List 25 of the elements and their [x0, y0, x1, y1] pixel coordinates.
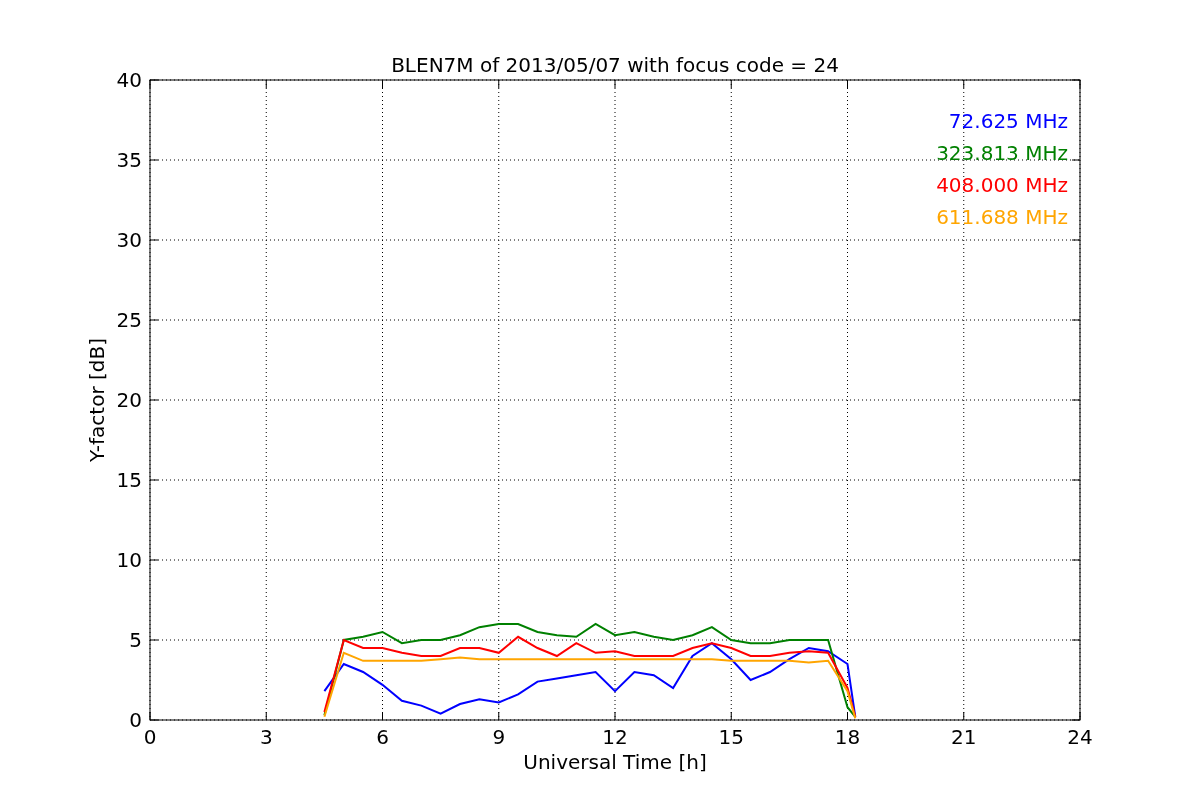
- tick-label: 15: [718, 725, 744, 749]
- tick-label: 0: [143, 725, 157, 749]
- tick-label: 21: [951, 725, 977, 749]
- tick-label: 6: [376, 725, 389, 749]
- tick-label: 3: [259, 725, 273, 749]
- tick-label: 5: [129, 628, 142, 652]
- tick-label: 30: [116, 228, 142, 252]
- tick-label: 25: [116, 308, 142, 332]
- tick-label: 15: [116, 468, 142, 492]
- legend-label: 408.000 MHz: [936, 173, 1068, 197]
- tick-label: 18: [834, 725, 861, 749]
- legend-label: 72.625 MHz: [948, 109, 1068, 133]
- tick-label: 35: [116, 148, 142, 172]
- tick-label: 10: [116, 548, 142, 572]
- tick-label: 24: [1067, 725, 1093, 749]
- tick-label: 9: [492, 725, 506, 749]
- chart-title: BLEN7M of 2013/05/07 with focus code = 24: [391, 53, 839, 77]
- axis-label: Universal Time [h]: [523, 750, 707, 774]
- axis-label: Y-factor [dB]: [85, 338, 109, 462]
- tick-label: 20: [116, 388, 142, 412]
- tick-label: 12: [602, 725, 628, 749]
- tick-label: 0: [129, 708, 142, 732]
- tick-label: 40: [116, 68, 142, 92]
- legend-label: 611.688 MHz: [936, 205, 1068, 229]
- legend-label: 323.813 MHz: [936, 141, 1068, 165]
